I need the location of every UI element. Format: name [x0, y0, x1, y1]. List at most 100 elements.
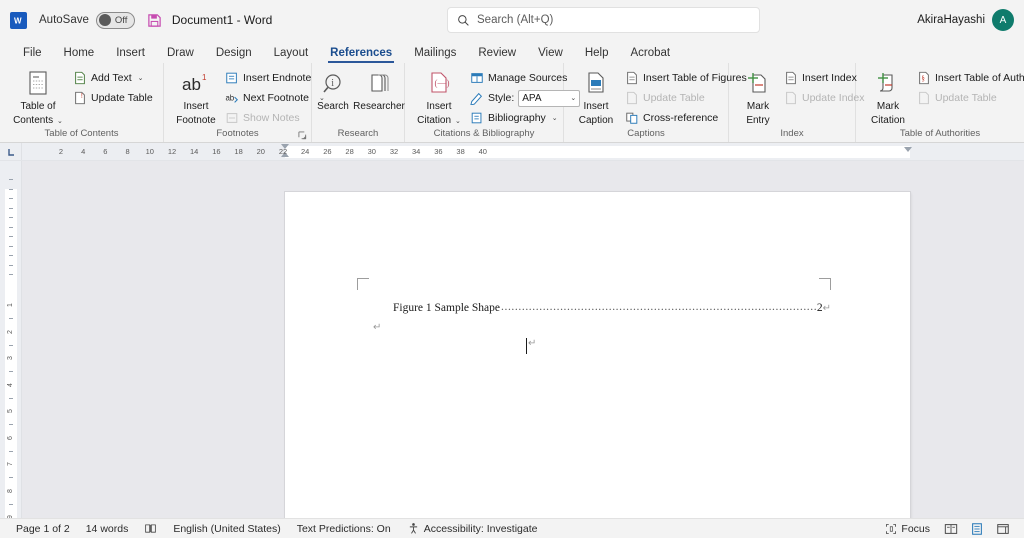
autosave-toggle[interactable]: Off: [95, 11, 135, 29]
vertical-ruler-dash: [9, 503, 13, 505]
tab-acrobat[interactable]: Acrobat: [619, 45, 681, 63]
right-indent-icon[interactable]: [904, 147, 912, 152]
tab-stop-selector[interactable]: [0, 143, 22, 160]
researcher-button[interactable]: Researcher: [353, 66, 405, 113]
insert-caption-label-line2: Caption: [578, 114, 614, 126]
status-word-count[interactable]: 14 words: [78, 523, 137, 535]
insert-footnote-icon: ab 1: [180, 69, 212, 99]
ruler-tick-34: 34: [412, 147, 421, 156]
vertical-ruler-dash: [9, 198, 13, 199]
status-language[interactable]: English (United States): [165, 523, 288, 535]
table-of-contents-button[interactable]: Table of Contents ⌄: [7, 66, 69, 127]
document-page[interactable]: Figure 1 Sample Shape ..................…: [285, 192, 910, 518]
vertical-ruler-dash: [9, 344, 13, 346]
save-icon[interactable]: [147, 13, 162, 28]
vertical-ruler-tick-2: 2: [7, 329, 14, 334]
focus-icon: [885, 523, 897, 535]
ruler-tick-2: 2: [58, 147, 64, 156]
insert-citation-label-line2: Citation: [417, 114, 452, 126]
ribbon-group-captions: Insert Caption Insert Table of Figures U…: [564, 63, 747, 142]
tab-file[interactable]: File: [12, 45, 53, 63]
table-of-contents-icon: [25, 69, 51, 99]
vertical-ruler-dash: [9, 217, 13, 218]
ruler-tick-28: 28: [345, 147, 354, 156]
svg-text:§: §: [921, 75, 925, 83]
style-label: Style:: [488, 92, 515, 104]
tab-review[interactable]: Review: [467, 45, 527, 63]
svg-text:(—): (—): [435, 78, 450, 88]
tab-insert[interactable]: Insert: [105, 45, 156, 63]
insert-table-of-authorities-label: Insert Table of Authoritie: [935, 72, 1024, 84]
research-search-button[interactable]: i Search: [312, 66, 354, 113]
svg-text:!: !: [81, 93, 83, 100]
print-layout-icon[interactable]: [964, 522, 990, 536]
ribbon-tab-bar: File Home Insert Draw Design Layout Refe…: [0, 40, 1024, 63]
insert-caption-icon: [583, 69, 609, 99]
insert-caption-label-line1: Insert: [583, 101, 609, 112]
show-notes-icon: [225, 111, 239, 125]
mark-citation-label-line2: Citation: [871, 114, 905, 126]
tab-references[interactable]: References: [319, 45, 403, 63]
status-text-predictions[interactable]: Text Predictions: On: [289, 523, 399, 535]
read-mode-icon[interactable]: [938, 522, 964, 536]
word-window: W AutoSave Off Document1 - Word Search (…: [0, 0, 1024, 538]
margin-corner-top-left: [357, 278, 369, 290]
status-bar: Page 1 of 2 14 words English (United Sta…: [0, 518, 1024, 538]
footnotes-dialog-launcher-icon[interactable]: [298, 131, 307, 140]
add-text-button[interactable]: Add Text ⌄: [69, 68, 157, 88]
vertical-ruler[interactable]: 123456789101112: [0, 161, 22, 518]
tab-help[interactable]: Help: [574, 45, 620, 63]
insert-citation-button[interactable]: (—) Insert Citation ⌄: [412, 66, 466, 127]
horizontal-ruler-bar: 2 4 6 8 10 12 14 16 18 20 22 24 26 28 30 32 34 36 38 40: [0, 143, 1024, 161]
svg-text:ab: ab: [225, 94, 234, 103]
ribbon: Table of Contents ⌄ Add Text ⌄ ! Update …: [0, 63, 1024, 143]
update-table-button[interactable]: ! Update Table: [69, 88, 157, 108]
cross-reference-icon: [625, 111, 639, 125]
mark-entry-button[interactable]: Mark Entry: [736, 66, 780, 126]
tab-layout[interactable]: Layout: [263, 45, 320, 63]
vertical-ruler-dash: [9, 371, 13, 372]
avatar[interactable]: A: [992, 9, 1014, 31]
insert-caption-button[interactable]: Insert Caption: [571, 66, 621, 126]
tab-design[interactable]: Design: [205, 45, 263, 63]
vertical-ruler-dash: [9, 179, 13, 180]
cross-reference-label: Cross-reference: [643, 112, 719, 124]
web-layout-icon[interactable]: [990, 522, 1016, 536]
user-account-area[interactable]: AkiraHayashi A: [917, 0, 1014, 40]
status-page-indicator[interactable]: Page 1 of 2: [8, 523, 78, 535]
ruler-tick-10: 10: [145, 147, 154, 156]
insert-footnote-button[interactable]: ab 1 Insert Footnote: [171, 66, 221, 126]
ribbon-group-research: i Search Researcher Research: [312, 63, 405, 142]
document-canvas[interactable]: Figure 1 Sample Shape ..................…: [22, 161, 1024, 518]
toc-entry[interactable]: Figure 1 Sample Shape ..................…: [393, 301, 831, 314]
tab-home[interactable]: Home: [53, 45, 106, 63]
horizontal-ruler[interactable]: 2 4 6 8 10 12 14 16 18 20 22 24 26 28 30 32 34 36 38 40: [22, 143, 1024, 160]
status-accessibility[interactable]: Accessibility: Investigate: [399, 522, 546, 535]
vertical-ruler-dash: [9, 274, 13, 275]
manage-sources-icon: [470, 71, 484, 85]
vertical-ruler-tick-7: 7: [7, 462, 14, 466]
update-table-label: Update Table: [91, 92, 153, 104]
insert-table-of-figures-icon: [625, 71, 639, 85]
svg-text:i: i: [331, 78, 334, 89]
vertical-ruler-dash: [9, 424, 13, 425]
tab-mailings[interactable]: Mailings: [403, 45, 467, 63]
proofing-icon[interactable]: [136, 522, 165, 535]
ruler-tick-18: 18: [234, 147, 243, 156]
tab-view[interactable]: View: [527, 45, 574, 63]
search-input[interactable]: Search (Alt+Q): [447, 7, 760, 33]
tab-draw[interactable]: Draw: [156, 45, 205, 63]
document-title: Document1 - Word: [171, 13, 273, 27]
ribbon-group-index: Mark Entry Insert Index Update Index Ind…: [729, 63, 864, 142]
word-logo-icon: W: [10, 11, 27, 29]
accessibility-icon: [407, 522, 420, 535]
chevron-down-icon: ⌄: [55, 117, 63, 125]
group-title-research: Research: [337, 128, 379, 139]
insert-table-of-authorities-button[interactable]: § Insert Table of Authoritie: [913, 68, 1024, 88]
vertical-ruler-tick-4: 4: [7, 382, 14, 387]
group-title-index: Index: [780, 128, 804, 139]
ribbon-group-table-of-authorities: Mark Citation § Insert Table of Authorit…: [856, 63, 1024, 142]
status-focus[interactable]: Focus: [877, 523, 938, 535]
table-of-contents-label-line1: Table of: [20, 101, 56, 112]
mark-citation-button[interactable]: Mark Citation: [863, 66, 913, 126]
